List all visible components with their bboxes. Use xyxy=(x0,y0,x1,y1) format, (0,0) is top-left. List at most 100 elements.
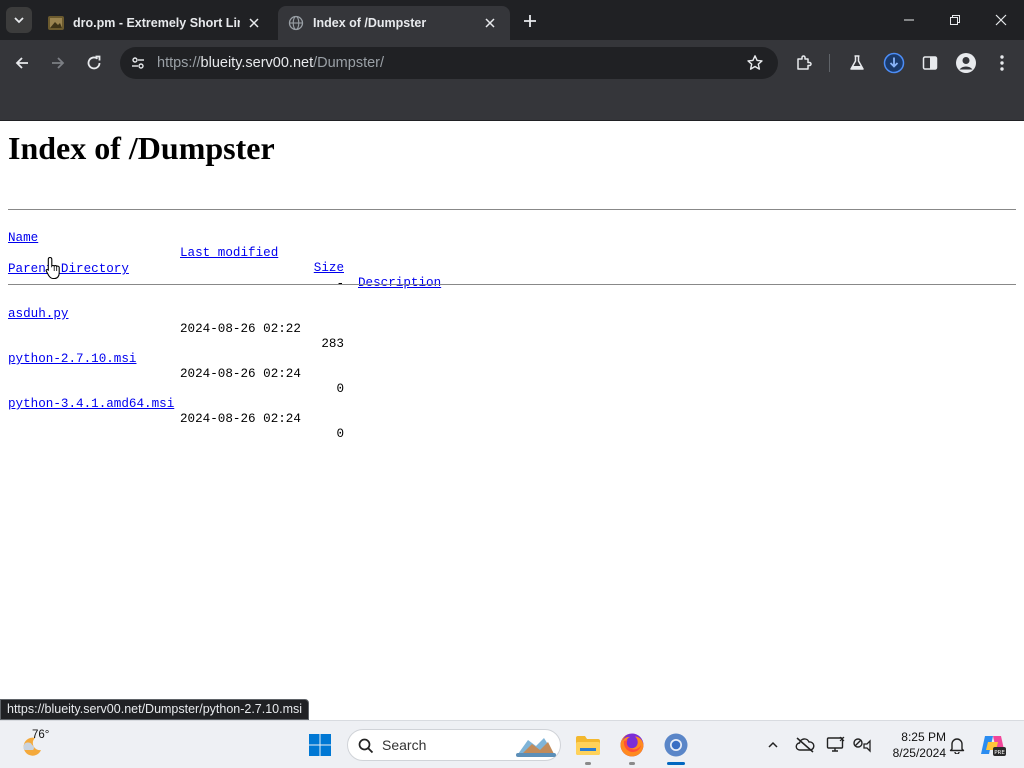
sort-by-modified-link[interactable]: Last modified xyxy=(180,246,278,261)
firefox-icon xyxy=(620,733,644,757)
new-tab-button[interactable] xyxy=(518,9,542,33)
parent-directory-link[interactable]: Parent Directory xyxy=(8,262,129,277)
running-indicator xyxy=(629,762,635,765)
taskbar: 76° Search 8:25 PM 8/25/2024 PRE xyxy=(0,720,1024,768)
url-host: blueity.serv00.net xyxy=(200,55,314,71)
browser-menu-button[interactable] xyxy=(990,51,1014,75)
more-vertical-icon xyxy=(1000,55,1004,71)
tab-search-button[interactable] xyxy=(6,7,32,33)
restore-icon xyxy=(950,15,960,25)
reload-button[interactable] xyxy=(81,50,107,76)
plus-icon xyxy=(524,15,536,27)
file-modified: 2024-08-26 02:24 xyxy=(180,367,301,381)
onedrive-button[interactable] xyxy=(794,734,816,756)
file-modified: 2024-08-26 02:22 xyxy=(180,322,301,336)
bookmark-star-button[interactable] xyxy=(744,52,766,74)
close-window-button[interactable] xyxy=(978,0,1024,40)
tab-strip: dro.pm - Extremely Short Links Index of … xyxy=(0,0,1024,40)
svg-text:PRE: PRE xyxy=(994,750,1005,756)
sort-by-size-link[interactable]: Size xyxy=(308,261,344,276)
hand-cursor-icon xyxy=(45,256,60,280)
file-size: 0 xyxy=(336,382,344,396)
labs-button[interactable] xyxy=(845,51,869,75)
start-button[interactable] xyxy=(304,729,336,761)
puzzle-icon xyxy=(797,55,812,70)
side-panel-icon xyxy=(922,56,938,70)
close-tab-icon[interactable] xyxy=(480,13,500,33)
close-icon xyxy=(995,14,1007,26)
link-status-bubble: https://blueity.serv00.net/Dumpster/pyth… xyxy=(0,699,310,720)
url-path: /Dumpster/ xyxy=(313,55,385,71)
back-button[interactable] xyxy=(9,50,35,76)
bookmarks-bar xyxy=(0,86,1024,121)
tab-title: Index of /Dumpster xyxy=(313,16,427,30)
monitor-icon xyxy=(826,736,845,752)
file-explorer-button[interactable] xyxy=(572,729,604,765)
toolbar-divider xyxy=(829,54,830,72)
file-link-python-3-4-1-amd64-msi[interactable]: python-3.4.1.amd64.msi xyxy=(8,397,174,412)
profile-button[interactable] xyxy=(954,51,978,75)
page-content: Index of /Dumpster Name Last modified Si… xyxy=(0,121,1024,720)
chevron-down-icon xyxy=(14,17,24,24)
minimize-icon xyxy=(904,19,914,21)
close-tab-icon[interactable] xyxy=(244,13,264,33)
display-settings-button[interactable] xyxy=(825,734,847,756)
file-link-python-2-7-10-msi[interactable]: python-2.7.10.msi xyxy=(8,352,136,367)
page-title: Index of /Dumpster xyxy=(8,130,275,166)
url-text[interactable]: https://blueity.serv00.net/Dumpster/ xyxy=(157,55,384,71)
arrow-right-icon xyxy=(52,57,65,69)
globe-icon xyxy=(288,15,304,31)
search-icon xyxy=(356,736,376,756)
url-scheme: https:// xyxy=(157,55,201,71)
bell-icon xyxy=(949,738,965,754)
tab-title: dro.pm - Extremely Short Links xyxy=(73,16,240,30)
search-label: Search xyxy=(382,737,427,753)
footer-divider xyxy=(8,284,1016,285)
reload-icon xyxy=(87,55,101,70)
copilot-icon: PRE xyxy=(981,736,1006,756)
minimize-button[interactable] xyxy=(886,0,932,40)
site-info-button[interactable] xyxy=(126,51,150,75)
tab-index-dumpster[interactable]: Index of /Dumpster xyxy=(278,6,510,40)
file-size: 283 xyxy=(321,337,344,351)
chrome-button[interactable] xyxy=(660,729,692,765)
notifications-button[interactable] xyxy=(946,734,968,756)
system-clock[interactable]: 8:25 PM 8/25/2024 xyxy=(880,729,946,761)
cloud-offline-icon xyxy=(795,737,815,753)
tab-dro-pm[interactable]: dro.pm - Extremely Short Links xyxy=(38,6,274,40)
taskbar-search[interactable]: Search xyxy=(347,729,561,761)
file-link-asduh-py[interactable]: asduh.py xyxy=(8,307,68,322)
folder-icon xyxy=(576,736,600,755)
tune-icon xyxy=(132,57,144,69)
browser-toolbar: https://blueity.serv00.net/Dumpster/ xyxy=(0,40,1024,86)
file-row: python-2.7.10.msi 2024-08-26 02:24 0 xyxy=(8,337,344,396)
clock-time: 8:25 PM xyxy=(901,730,946,744)
windows-logo-icon xyxy=(309,734,331,756)
star-icon xyxy=(747,55,763,70)
download-icon xyxy=(883,52,905,74)
weather-temperature: 76° xyxy=(32,729,50,741)
copilot-button[interactable]: PRE xyxy=(978,731,1008,759)
chevron-up-icon xyxy=(768,741,778,748)
clock-date: 8/25/2024 xyxy=(892,746,946,760)
network-volume-button[interactable] xyxy=(851,734,873,756)
running-indicator xyxy=(585,762,591,765)
side-panel-button[interactable] xyxy=(918,51,942,75)
header-divider xyxy=(8,209,1016,210)
extensions-button[interactable] xyxy=(792,51,816,75)
show-hidden-icons-button[interactable] xyxy=(762,734,784,756)
restore-button[interactable] xyxy=(932,0,978,40)
download-button[interactable] xyxy=(882,51,906,75)
file-row: python-3.4.1.amd64.msi 2024-08-26 02:24 … xyxy=(8,382,344,441)
address-bar[interactable]: https://blueity.serv00.net/Dumpster/ xyxy=(120,47,778,79)
weather-widget[interactable]: 76° xyxy=(18,727,58,763)
firefox-button[interactable] xyxy=(616,729,648,765)
avatar-icon xyxy=(956,53,976,73)
file-modified: 2024-08-26 02:24 xyxy=(180,412,301,426)
file-size: 0 xyxy=(336,427,344,441)
image-thumbnail-icon xyxy=(48,15,64,31)
network-icon xyxy=(853,738,871,753)
arrow-left-icon xyxy=(15,57,28,69)
flask-icon xyxy=(850,55,864,70)
forward-button[interactable] xyxy=(45,50,71,76)
